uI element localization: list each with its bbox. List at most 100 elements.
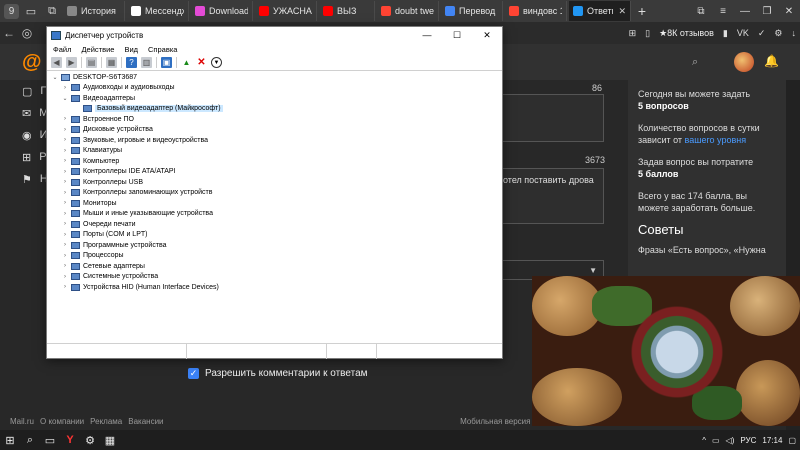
extensions-icon[interactable]: ⚙ [774,28,782,39]
browser-tab[interactable]: Ответы ✕ [569,1,631,21]
menu-item[interactable]: Файл [53,45,71,54]
menu-item[interactable]: Действие [81,45,114,54]
view-icon[interactable]: ▥ [141,57,152,68]
tree-root[interactable]: ⌄ DESKTOP-S6T3687 [47,72,502,83]
checkbox-checked-icon[interactable]: ✓ [188,368,199,379]
collections-icon[interactable]: ⧉ [690,6,712,17]
device-category[interactable]: › Системные устройства [47,272,502,283]
reviews-badge[interactable]: ★8К отзывов [659,28,714,39]
left-nav-item[interactable]: ✉ М [22,102,48,124]
notifications-icon[interactable]: ▢ [788,436,796,445]
device-category[interactable]: › Очереди печати [47,219,502,230]
device-manager-taskbar-icon[interactable]: ▦ [100,430,120,450]
menu-icon[interactable]: ≡ [712,6,734,17]
expand-arrow-icon[interactable]: › [61,263,69,269]
browser-tab[interactable]: doubt twe [377,1,439,21]
avatar[interactable] [734,52,754,72]
expand-arrow-icon[interactable]: › [61,179,69,185]
forward-arrow-icon[interactable]: ▶ [66,57,77,68]
expand-arrow-icon[interactable]: › [61,127,69,133]
expand-arrow-icon[interactable]: › [61,200,69,206]
device-category[interactable]: › Мыши и иные указывающие устройства [47,209,502,220]
device-category[interactable]: › Программные устройства [47,240,502,251]
browser-tab[interactable]: ВЫЗ [319,1,375,21]
new-tab-button[interactable]: + [631,3,653,19]
device-category[interactable]: › Процессоры [47,251,502,262]
collapse-arrow-icon[interactable]: ⌄ [51,74,59,81]
expand-arrow-icon[interactable]: › [61,137,69,143]
device-category[interactable]: › Дисковые устройства [47,125,502,136]
device-category[interactable]: › Контроллеры IDE ATA/ATAPI [47,167,502,178]
expand-arrow-icon[interactable]: › [61,148,69,154]
video-pip[interactable] [532,276,800,426]
bookmarks-icon[interactable]: ▭ [22,2,40,20]
translate-icon[interactable]: ⊞ [629,28,637,39]
expand-arrow-icon[interactable]: › [61,85,69,91]
left-nav-item[interactable]: ▢ П [22,80,48,102]
mailru-logo[interactable]: @ [22,51,42,74]
search-icon[interactable]: ⌕ [692,56,698,69]
properties-icon[interactable]: ▦ [106,57,117,68]
uninstall-device-icon[interactable]: ✕ [196,57,207,68]
close-icon[interactable]: ✕ [778,6,800,17]
expand-arrow-icon[interactable]: › [61,169,69,175]
update-driver-icon[interactable]: ▲ [181,57,192,68]
device-category[interactable]: › Контроллеры USB [47,177,502,188]
reader-icon[interactable]: ▯ [645,28,650,39]
back-arrow-icon[interactable]: ◀ [51,57,62,68]
expand-arrow-icon[interactable]: › [61,221,69,227]
download-icon[interactable]: ↓ [792,28,797,38]
browser-tab[interactable]: Перевод с [441,1,503,21]
task-view-icon[interactable]: ▭ [40,430,60,450]
scan-hardware-icon[interactable]: ▣ [161,57,172,68]
browser-tab[interactable]: УЖАСНАЯ [255,1,317,21]
settings-gear-icon[interactable]: ⚙ [80,430,100,450]
minimize-icon[interactable]: — [734,6,756,17]
tray-chevron-icon[interactable]: ^ [702,436,706,445]
language-indicator[interactable]: РУС [740,436,756,445]
browser-tab[interactable]: История [63,1,125,21]
left-nav-item[interactable]: ⊞ Р [22,146,48,168]
browser-tab[interactable]: Download [191,1,253,21]
footer-link[interactable]: Вакансии [128,417,163,430]
question-body-field[interactable]: отел поставить дрова [500,168,604,224]
protect-icon[interactable]: ◎ [18,26,36,40]
yandex-browser-icon[interactable]: Y [60,430,80,450]
menu-item[interactable]: Справка [148,45,177,54]
back-icon[interactable]: ← [0,26,18,40]
vk-icon[interactable]: VK [737,28,749,38]
dm-maximize-icon[interactable]: ☐ [442,27,472,43]
expand-arrow-icon[interactable]: › [61,232,69,238]
comments-toggle[interactable]: ✓ Разрешить комментарии к ответам [188,368,368,379]
start-windows-icon[interactable]: ⊞ [0,430,20,450]
device-category[interactable]: › Компьютер [47,156,502,167]
footer-link[interactable]: О компании [40,417,84,430]
help-icon[interactable]: ? [126,57,137,68]
device-category[interactable]: › Клавиатуры [47,146,502,157]
device-category[interactable]: › Порты (COM и LPT) [47,230,502,241]
tab-count-badge[interactable]: 9 [4,3,19,19]
expand-arrow-icon[interactable]: › [61,158,69,164]
question-title-field[interactable] [500,94,604,142]
expand-arrow-icon[interactable]: › [61,242,69,248]
footer-link[interactable]: Реклама [90,417,122,430]
bookmark-icon[interactable]: ▮ [723,28,728,39]
search-taskbar-icon[interactable]: ⌕ [20,430,40,450]
device-category[interactable]: › Устройства HID (Human Interface Devices… [47,282,502,293]
left-nav-item[interactable]: ⚑ Н [22,168,48,190]
bell-icon[interactable]: 🔔 [764,54,779,68]
mail-icon[interactable]: ✓ [758,28,766,39]
browser-tab[interactable]: Мессендж [127,1,189,21]
device-category[interactable]: › Контроллеры запоминающих устройств [47,188,502,199]
expand-arrow-icon[interactable]: › [61,116,69,122]
device-category[interactable]: Базовый видеоадаптер (Майкрософт) [47,104,502,115]
footer-link[interactable]: Мобильная версия [460,417,530,426]
network-icon[interactable]: ▭ [712,436,720,445]
volume-icon[interactable]: ◁) [726,436,735,445]
browser-tab[interactable]: виндовс 1 [505,1,567,21]
clock[interactable]: 17:14 [762,436,782,445]
screenshot-icon[interactable]: ⧉ [43,2,61,20]
device-category[interactable]: › Звуковые, игровые и видеоустройства [47,135,502,146]
collapse-arrow-icon[interactable]: ⌄ [61,95,69,102]
expand-arrow-icon[interactable]: › [61,274,69,280]
